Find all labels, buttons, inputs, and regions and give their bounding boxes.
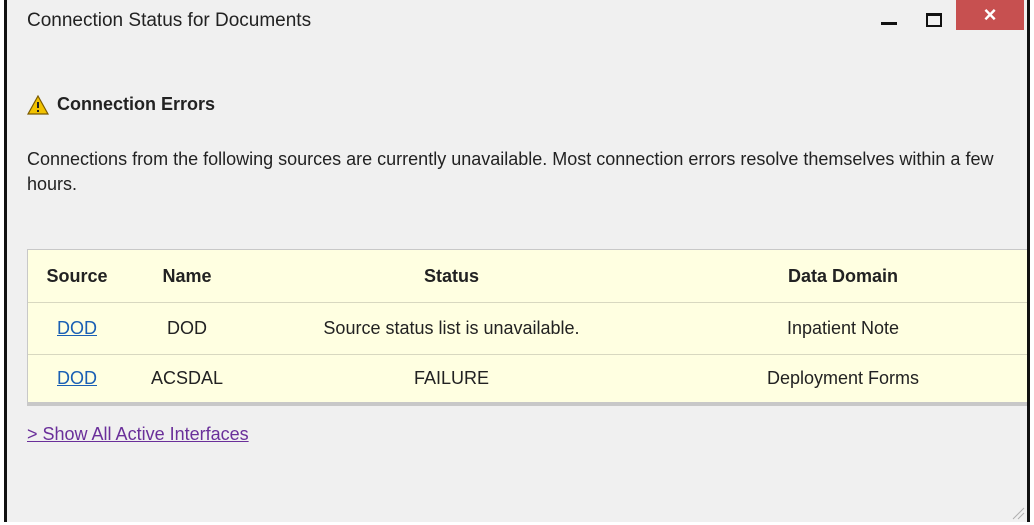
source-link[interactable]: DOD [57,368,97,388]
cell-name: DOD [126,302,248,355]
connection-errors-heading: Connection Errors [27,94,215,115]
cell-data-domain: Inpatient Note [655,302,1027,355]
close-button[interactable]: × [956,0,1024,30]
title-bar[interactable]: Connection Status for Documents × [7,0,1027,40]
close-icon: × [983,2,997,27]
column-header-status: Status [423,265,479,286]
cell-status: Source status list is unavailable. [248,302,655,355]
source-link[interactable]: DOD [57,318,97,338]
show-all-active-interfaces-link[interactable]: > Show All Active Interfaces [27,424,249,445]
column-header-source: Source [46,265,108,286]
errors-description: Connections from the following sources a… [27,149,994,194]
cell-data-domain: Deployment Forms [655,354,1027,405]
cell-source: DOD [28,302,126,355]
table-row: DOD ACSDAL FAILURE Deployment Forms [28,354,1027,405]
cell-name: ACSDAL [126,354,248,405]
heading-text: Connection Errors [57,94,216,114]
column-header-data-domain: Data Domain [787,265,899,286]
column-header-name: Name [162,265,212,286]
connection-status-table: Source Name Status Data Domain DOD DOD S… [27,249,1027,406]
warning-icon [27,94,49,115]
maximize-button[interactable] [912,0,956,30]
resize-grip-icon[interactable] [1011,506,1025,520]
maximize-icon [926,13,942,27]
minimize-button[interactable] [867,0,911,30]
minimize-icon [881,21,897,25]
connection-status-window: Connection Status for Documents × Connec… [4,0,1030,522]
cell-source: DOD [28,354,126,405]
table-header-row: Source Name Status Data Domain [28,250,1027,303]
table-row: DOD DOD Source status list is unavailabl… [28,302,1027,355]
window-title: Connection Status for Documents [27,10,312,31]
cell-status: FAILURE [248,354,655,405]
